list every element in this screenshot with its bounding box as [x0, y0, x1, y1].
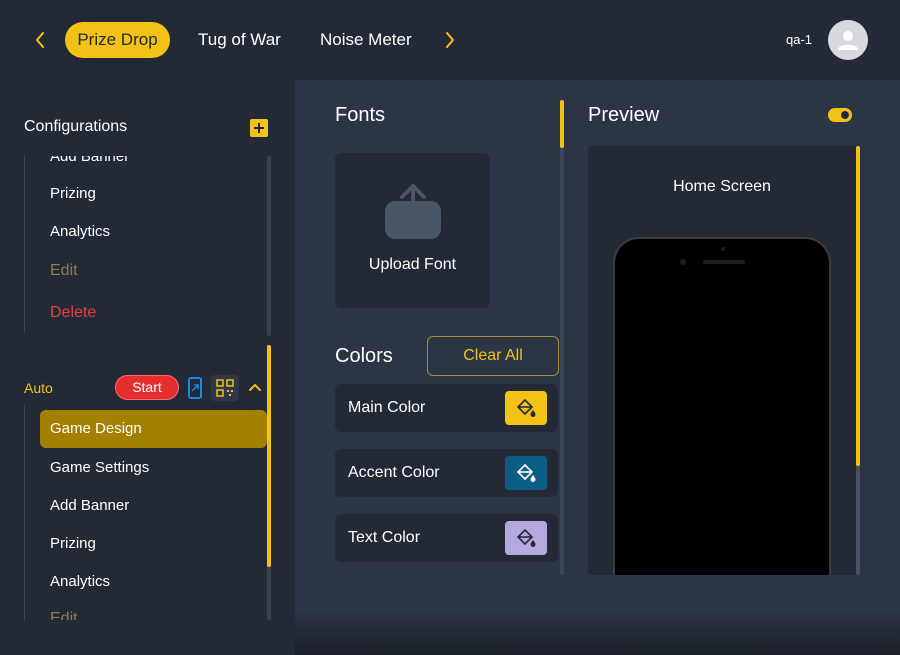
sidebar-item-prizing[interactable]: Prizing: [50, 185, 96, 202]
sidebar-item-prizing[interactable]: Prizing: [50, 535, 96, 552]
username: qa-1: [786, 32, 813, 47]
chevron-up-icon[interactable]: [246, 378, 264, 396]
sidebar-item-analytics[interactable]: Analytics: [50, 223, 110, 240]
upload-font-label: Upload Font: [368, 256, 457, 273]
add-configuration-button[interactable]: [250, 119, 268, 137]
scrollbar-thumb-preview[interactable]: [856, 146, 860, 466]
paint-bucket-icon[interactable]: [505, 456, 547, 490]
sidebar-item-add-banner[interactable]: Add Banner: [50, 156, 129, 165]
sidebar-item-delete[interactable]: Delete: [50, 304, 96, 322]
avatar[interactable]: [828, 20, 868, 60]
fonts-heading: Fonts: [335, 104, 386, 126]
tab-noise-meter[interactable]: Noise Meter: [320, 22, 412, 58]
qr-code-icon[interactable]: [211, 375, 239, 401]
sidebar-item-edit[interactable]: Edit: [50, 610, 78, 620]
sidebar-item-game-design[interactable]: Game Design: [40, 410, 267, 448]
phone-sensor: [721, 247, 725, 251]
mobile-preview-icon[interactable]: [186, 376, 204, 400]
text-color-row[interactable]: Text Color: [335, 514, 558, 562]
accent-color-row[interactable]: Accent Color: [335, 449, 558, 497]
chevron-left-icon[interactable]: [28, 28, 52, 52]
sidebar: Configurations Add Banner Prizing Analyt…: [0, 80, 295, 655]
scrollbar-thumb-fonts[interactable]: [560, 100, 564, 148]
config-name-auto[interactable]: Auto: [24, 380, 53, 396]
tab-prize-drop[interactable]: Prize Drop: [65, 22, 170, 58]
accent-color-label: Accent Color: [348, 464, 440, 481]
paint-bucket-icon[interactable]: [505, 391, 547, 425]
preview-pane: Home Screen: [588, 146, 860, 575]
sidebar-item-add-banner[interactable]: Add Banner: [50, 497, 129, 514]
main-color-row[interactable]: Main Color: [335, 384, 558, 432]
plus-icon: [254, 123, 264, 133]
user-icon: [838, 31, 858, 50]
config-list-2: Game Settings Add Banner Prizing Analyti…: [0, 450, 295, 620]
main-color-label: Main Color: [348, 399, 426, 416]
paint-bucket-icon[interactable]: [505, 521, 547, 555]
top-bar: Prize Drop Tug of War Noise Meter qa-1: [0, 0, 900, 80]
colors-heading: Colors: [335, 345, 393, 367]
bottom-fade: [295, 610, 900, 655]
scrollbar-thumb-2[interactable]: [267, 345, 271, 567]
home-screen-label: Home Screen: [673, 178, 771, 195]
sidebar-item-label: Game Design: [50, 420, 142, 437]
preview-toggle[interactable]: [828, 108, 852, 122]
sidebar-item-analytics[interactable]: Analytics: [50, 573, 110, 590]
tree-line: [24, 156, 25, 332]
scrollbar-track-fonts[interactable]: [560, 100, 564, 575]
sidebar-item-game-settings[interactable]: Game Settings: [50, 459, 149, 476]
phone-mockup: [613, 237, 831, 575]
phone-camera: [680, 259, 686, 265]
scrollbar-track-1[interactable]: [267, 156, 271, 336]
tab-tug-of-war[interactable]: Tug of War: [198, 22, 281, 58]
sidebar-item-edit[interactable]: Edit: [50, 262, 78, 280]
upload-font-button[interactable]: Upload Font: [335, 153, 490, 308]
configurations-title: Configurations: [24, 118, 128, 135]
start-button[interactable]: Start: [115, 375, 179, 400]
upload-icon: [385, 184, 441, 239]
preview-heading: Preview: [588, 104, 660, 126]
chevron-right-icon[interactable]: [438, 28, 462, 52]
config-list-1: Add Banner Prizing Analytics Edit Delete: [0, 156, 295, 336]
clear-all-button[interactable]: Clear All: [427, 336, 559, 376]
text-color-label: Text Color: [348, 529, 421, 546]
phone-speaker: [703, 260, 745, 264]
